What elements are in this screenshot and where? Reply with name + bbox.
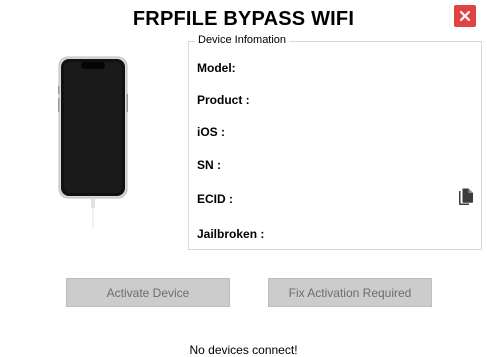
- close-button[interactable]: [454, 5, 476, 27]
- usb-cable: [91, 198, 95, 228]
- device-info-legend: Device Infomation: [195, 34, 290, 46]
- fix-activation-button[interactable]: Fix Activation Required: [268, 278, 432, 307]
- activate-device-button[interactable]: Activate Device: [66, 278, 230, 307]
- model-label: Model:: [197, 61, 236, 75]
- ios-label: iOS :: [197, 125, 226, 139]
- copy-icon[interactable]: [457, 187, 475, 207]
- product-label: Product :: [197, 93, 250, 107]
- sn-label: SN :: [197, 158, 221, 172]
- jailbroken-label: Jailbroken :: [197, 227, 265, 241]
- ecid-label: ECID :: [197, 192, 233, 206]
- status-message: No devices connect!: [189, 343, 298, 357]
- window-title: FRPFILE BYPASS WIFI: [132, 8, 355, 30]
- iphone-icon: [58, 56, 128, 201]
- close-icon: [459, 10, 471, 22]
- device-info-group: Device Infomation Model: Product : iOS :…: [188, 34, 482, 250]
